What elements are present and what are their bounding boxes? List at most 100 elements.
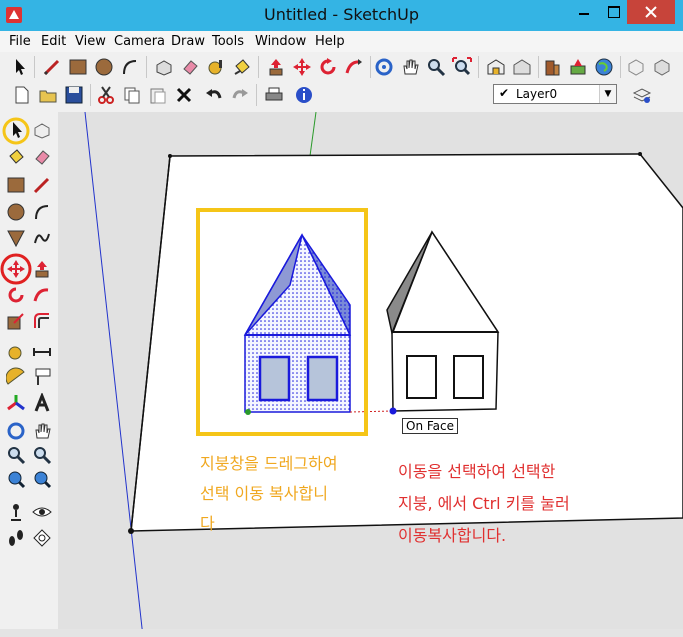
dimension-icon bbox=[33, 348, 51, 356]
rotate-icon bbox=[320, 58, 336, 75]
zoom-extents-left[interactable] bbox=[30, 467, 54, 491]
position-camera-left[interactable] bbox=[4, 500, 28, 524]
select-tool-button[interactable] bbox=[8, 55, 32, 79]
layer-dropdown-value: Layer0 bbox=[516, 87, 558, 101]
scale-tool-left[interactable] bbox=[4, 309, 28, 333]
rectangle-tool-button[interactable] bbox=[66, 55, 90, 79]
toolbar-separator bbox=[90, 84, 91, 106]
maximize-button[interactable] bbox=[599, 0, 627, 24]
new-button[interactable] bbox=[10, 83, 34, 107]
print-button[interactable] bbox=[262, 83, 286, 107]
pan-left[interactable] bbox=[30, 419, 54, 443]
previous-view-left[interactable] bbox=[4, 467, 28, 491]
axes-tool-left[interactable] bbox=[4, 391, 28, 415]
make-component-button[interactable] bbox=[152, 55, 176, 79]
eraser-tool-button[interactable] bbox=[178, 55, 202, 79]
circle-tool-button[interactable] bbox=[92, 55, 116, 79]
menu-file[interactable]: File bbox=[9, 34, 31, 49]
minimize-button[interactable] bbox=[569, 0, 599, 24]
check-icon: ✔ bbox=[499, 86, 510, 100]
toolbar-row-2: ✔ Layer0 ▼ bbox=[0, 81, 683, 109]
3d-text-left[interactable] bbox=[30, 391, 54, 415]
menu-edit[interactable]: Edit bbox=[41, 34, 66, 49]
look-around-left[interactable] bbox=[30, 500, 54, 524]
zoom-button[interactable] bbox=[424, 55, 448, 79]
annotation-left-line-3: 다 bbox=[200, 514, 215, 533]
save-button[interactable] bbox=[62, 83, 86, 107]
section-plane-left[interactable] bbox=[30, 526, 54, 550]
info-icon bbox=[296, 87, 312, 103]
cut-button[interactable] bbox=[94, 83, 118, 107]
location-icon bbox=[570, 59, 586, 75]
tape-measure-button[interactable] bbox=[204, 55, 228, 79]
menu-draw[interactable]: Draw bbox=[171, 34, 205, 49]
save-disk-icon bbox=[65, 86, 83, 104]
follow-me-icon bbox=[345, 59, 362, 74]
menu-view[interactable]: View bbox=[75, 34, 106, 49]
push-pull-button[interactable] bbox=[264, 55, 288, 79]
close-button[interactable] bbox=[627, 0, 675, 24]
paste-button[interactable] bbox=[146, 83, 170, 107]
text-tool-left[interactable] bbox=[30, 365, 54, 389]
zoom-magnifier-icon bbox=[8, 447, 26, 465]
redo-icon bbox=[232, 89, 248, 99]
x-ray-button[interactable] bbox=[624, 55, 648, 79]
menu-camera[interactable]: Camera bbox=[114, 34, 165, 49]
pan-button[interactable] bbox=[398, 55, 422, 79]
rotate-tool-button[interactable] bbox=[316, 55, 340, 79]
building-icon bbox=[545, 60, 560, 76]
text-label-icon bbox=[35, 368, 51, 385]
menu-tools[interactable]: Tools bbox=[212, 34, 244, 49]
zoom-window-left[interactable] bbox=[30, 443, 54, 467]
eye-icon bbox=[32, 507, 52, 517]
printer-icon bbox=[265, 87, 283, 101]
scene-drawing bbox=[84, 112, 683, 637]
follow-me-button[interactable] bbox=[342, 55, 366, 79]
zoom-left[interactable] bbox=[4, 443, 28, 467]
delete-button[interactable] bbox=[172, 83, 196, 107]
arc-tool-button[interactable] bbox=[118, 55, 142, 79]
back-edges-cube-icon bbox=[654, 59, 670, 76]
move-tool-button[interactable] bbox=[290, 55, 314, 79]
get-models-button[interactable] bbox=[484, 55, 508, 79]
select-arrow-icon bbox=[16, 59, 25, 75]
new-document-icon bbox=[15, 86, 29, 104]
google-earth-button[interactable] bbox=[592, 55, 616, 79]
xray-cube-icon bbox=[628, 59, 644, 76]
offset-tool-left[interactable] bbox=[30, 309, 54, 333]
copy-button[interactable] bbox=[120, 83, 144, 107]
green-axis bbox=[309, 112, 317, 157]
toolbar-separator bbox=[620, 56, 621, 78]
back-edges-button[interactable] bbox=[650, 55, 674, 79]
walk-left[interactable] bbox=[4, 526, 28, 550]
model-info-button[interactable] bbox=[292, 83, 316, 107]
toolbar-separator bbox=[146, 56, 147, 78]
copy-icon bbox=[124, 87, 140, 104]
add-location-button[interactable] bbox=[566, 55, 590, 79]
protractor-left[interactable] bbox=[4, 365, 28, 389]
line-tool-button[interactable] bbox=[40, 55, 64, 79]
inference-tooltip: On Face bbox=[402, 418, 458, 434]
layer-manager-button[interactable] bbox=[630, 83, 654, 107]
toolbar-row-1 bbox=[0, 53, 683, 81]
toolbar-separator bbox=[478, 56, 479, 78]
model-viewport[interactable]: On Face 지붕창을 드레그하여 선택 이동 복사합니 다 이동을 선택하여… bbox=[58, 112, 683, 637]
chevron-down-icon[interactable]: ▼ bbox=[599, 85, 616, 103]
layer-dropdown[interactable]: ✔ Layer0 ▼ bbox=[493, 84, 617, 104]
share-model-button[interactable] bbox=[510, 55, 534, 79]
zoom-extents-button[interactable] bbox=[450, 55, 474, 79]
orbit-button[interactable] bbox=[372, 55, 396, 79]
open-folder-icon bbox=[39, 90, 57, 103]
menu-help[interactable]: Help bbox=[315, 34, 345, 49]
annotation-right-line-3: 이동복사합니다. bbox=[398, 526, 507, 545]
menu-window[interactable]: Window bbox=[255, 34, 306, 49]
undo-button[interactable] bbox=[202, 83, 226, 107]
toolbar-separator bbox=[258, 56, 259, 78]
photo-textures-button[interactable] bbox=[540, 55, 564, 79]
paint-bucket-button[interactable] bbox=[230, 55, 254, 79]
orbit-left[interactable] bbox=[4, 419, 28, 443]
dimension-tool-left[interactable] bbox=[30, 340, 54, 364]
tape-measure-left[interactable] bbox=[4, 340, 28, 364]
redo-button[interactable] bbox=[228, 83, 252, 107]
open-button[interactable] bbox=[36, 83, 60, 107]
